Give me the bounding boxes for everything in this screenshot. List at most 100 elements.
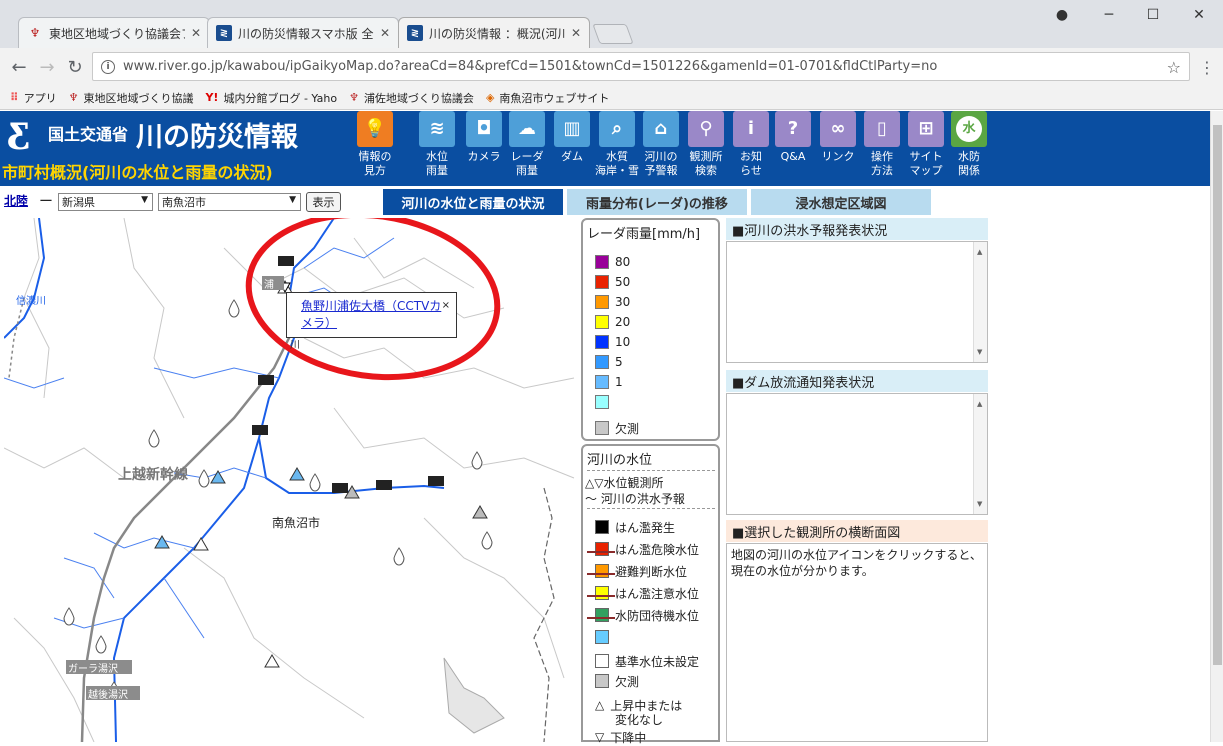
- scrollbar-thumb[interactable]: [1213, 125, 1222, 665]
- legend-title: 河川の水位: [587, 453, 653, 468]
- url-text: www.river.go.jp/kawabou/ipGaikyoMap.do?a…: [123, 59, 938, 74]
- browser-tab-2[interactable]: ≷ 川の防災情報スマホ版 全国 ✕: [207, 17, 399, 48]
- header-menu-item[interactable]: ☁ レーダ 雨量: [504, 111, 550, 178]
- header-menu-item[interactable]: ⌕ 水質 海岸・雪: [594, 111, 640, 178]
- header-menu-item[interactable]: 💡 情報の 見方: [352, 111, 398, 178]
- map-label-river: 川: [290, 340, 300, 351]
- scrollbar[interactable]: [973, 394, 987, 514]
- new-tab-button[interactable]: [592, 24, 634, 44]
- rain-legend-item: 20: [595, 312, 630, 332]
- profile-icon[interactable]: ●: [1045, 4, 1079, 26]
- rain-legend-item: 欠測: [595, 418, 639, 438]
- tab-radar-rain[interactable]: 雨量分布(レーダ)の推移: [567, 189, 747, 215]
- tab-inundation-map[interactable]: 浸水想定区域図: [751, 189, 931, 215]
- level-swatch: [595, 630, 609, 644]
- rain-legend-item: [595, 392, 615, 412]
- cross-section-box: 地図の河川の水位アイコンをクリックすると、現在の水位が分かります。: [726, 543, 988, 742]
- forward-icon[interactable]: →: [36, 56, 58, 78]
- header-menu-label: 操作: [871, 150, 893, 163]
- bookmark-apps[interactable]: ⠿ アプリ: [10, 90, 57, 106]
- close-tab-icon[interactable]: ✕: [571, 26, 581, 40]
- level-line: [587, 573, 615, 575]
- flood-defense-icon: 水: [951, 111, 987, 147]
- header-menu-label: 情報の: [358, 150, 392, 163]
- bookmark-item[interactable]: Y! 城内分館ブログ - Yaho: [205, 90, 337, 106]
- header-menu-label: 検索: [695, 164, 717, 177]
- close-tab-icon[interactable]: ✕: [380, 26, 390, 40]
- browser-tab-3[interactable]: ≷ 川の防災情報 ：概況(河川 ✕: [398, 17, 590, 48]
- info-icon[interactable]: i: [101, 59, 115, 74]
- close-icon[interactable]: ×: [442, 297, 450, 314]
- river-legend-item: はん濫危険水位: [587, 540, 699, 558]
- address-bar[interactable]: i www.river.go.jp/kawabou/ipGaikyoMap.do…: [92, 52, 1190, 81]
- header-menu-item[interactable]: ▯ 操作 方法: [859, 111, 905, 178]
- header-menu-label: サイト: [909, 150, 943, 163]
- page-scrollbar[interactable]: [1210, 111, 1223, 742]
- header-menu-label: レーダ: [510, 150, 544, 163]
- dam-release-box[interactable]: [726, 393, 988, 515]
- level-swatch: [595, 542, 609, 556]
- river-legend-item: はん濫発生: [587, 518, 675, 536]
- header-menu-item[interactable]: ? Q&A: [770, 111, 816, 164]
- lightbulb-icon: 💡: [357, 111, 393, 147]
- site-header: Ƹ 国土交通省 川の防災情報 市町村概況(河川の水位と雨量の状況) 💡 情報の 見方…: [0, 111, 1210, 186]
- rain-legend-label: 50: [615, 275, 631, 289]
- river-level-legend: 河川の水位 △▽水位観測所 〜 河川の洪水予報 はん濫発生 はん濫危険水位 避難判断…: [581, 444, 720, 745]
- browser-tab-strip: ♆ 東地区地域づくり協議会ブ ✕ ≷ 川の防災情報スマホ版 全国 ✕ ≷ 川の防…: [0, 0, 1223, 48]
- map-label-shinano: 信濃川: [16, 296, 46, 307]
- scrollbar[interactable]: [973, 242, 987, 362]
- back-icon[interactable]: ←: [8, 56, 30, 78]
- header-menu-item[interactable]: ⚲ 観測所 検索: [683, 111, 729, 178]
- header-menu-item[interactable]: i お知 らせ: [728, 111, 774, 178]
- level-swatch: [595, 608, 609, 622]
- legend-forecast: 〜 河川の洪水予報: [585, 491, 685, 506]
- browser-tab-1[interactable]: ♆ 東地区地域づくり協議会ブ ✕: [18, 17, 210, 48]
- header-menu-item[interactable]: ▥ ダム: [549, 111, 595, 164]
- mlit-logo-icon[interactable]: Ƹ: [6, 115, 40, 159]
- rain-legend-item: 5: [595, 352, 623, 372]
- legend-falling: ▽ 下降中: [595, 728, 646, 746]
- close-window-icon[interactable]: ✕: [1182, 4, 1216, 26]
- level-line: [587, 595, 615, 597]
- level-line: [587, 551, 615, 553]
- prefecture-select[interactable]: 新潟県 ▼: [58, 193, 153, 211]
- flood-forecast-box[interactable]: [726, 241, 988, 363]
- bookmark-star-icon[interactable]: ☆: [1167, 58, 1181, 77]
- rain-legend-item: 80: [595, 252, 630, 272]
- radar-rain-legend: レーダ雨量[mm/h] 80 50 30 20 10 5 1 欠測: [581, 218, 720, 441]
- reload-icon[interactable]: ↻: [64, 56, 86, 78]
- show-button[interactable]: 表示: [306, 192, 341, 212]
- header-menu-item[interactable]: 水水防 関係: [946, 111, 992, 178]
- rain-legend-item: 10: [595, 332, 630, 352]
- rain-swatch: [595, 315, 609, 329]
- header-menu-item[interactable]: ∞ リンク: [815, 111, 861, 164]
- site-title[interactable]: 川の防災情報: [136, 115, 298, 154]
- close-tab-icon[interactable]: ✕: [191, 26, 201, 40]
- header-menu-item[interactable]: ≋ 水位 雨量: [414, 111, 460, 178]
- level-swatch: [595, 564, 609, 578]
- rain-legend-label: 20: [615, 315, 631, 329]
- bookmark-item[interactable]: ♆ 東地区地域づくり協議: [69, 90, 194, 106]
- header-menu-label: お知: [740, 150, 762, 163]
- bookmark-favicon-icon: ♆: [349, 91, 359, 104]
- selector-bar: 北陸 ー 新潟県 ▼ 南魚沼市 ▼ 表示 河川の水位と雨量の状況 雨量分布(レーダ)…: [0, 187, 1210, 217]
- station-popup-link[interactable]: 魚野川浦佐大橋（CCTVカメラ）: [301, 299, 441, 330]
- bookmark-item[interactable]: ♆ 浦佐地域づくり協議会: [349, 90, 474, 106]
- region-link[interactable]: 北陸: [4, 192, 28, 209]
- header-menu-item[interactable]: ⊞ サイト マップ: [903, 111, 949, 178]
- menu-kebab-icon[interactable]: ⋮: [1199, 58, 1215, 77]
- minimize-icon[interactable]: ─: [1092, 4, 1126, 26]
- level-swatch: [595, 586, 609, 600]
- tab-title: 川の防災情報 ：概況(河川: [429, 26, 565, 41]
- rain-swatch: [595, 335, 609, 349]
- header-menu-item[interactable]: ◘ カメラ: [461, 111, 507, 164]
- tab-water-level-rain[interactable]: 河川の水位と雨量の状況: [383, 189, 563, 215]
- yahoo-icon: Y!: [205, 91, 219, 104]
- apps-grid-icon: ⠿: [10, 91, 19, 104]
- bookmark-item[interactable]: ◈ 南魚沼市ウェブサイト: [486, 90, 609, 106]
- legend-title: レーダ雨量[mm/h]: [587, 227, 701, 242]
- maximize-icon[interactable]: ☐: [1136, 4, 1170, 26]
- info-icon: i: [733, 111, 769, 147]
- city-select[interactable]: 南魚沼市 ▼: [158, 193, 301, 211]
- header-menu-item[interactable]: ⌂ 河川の 予警報: [638, 111, 684, 178]
